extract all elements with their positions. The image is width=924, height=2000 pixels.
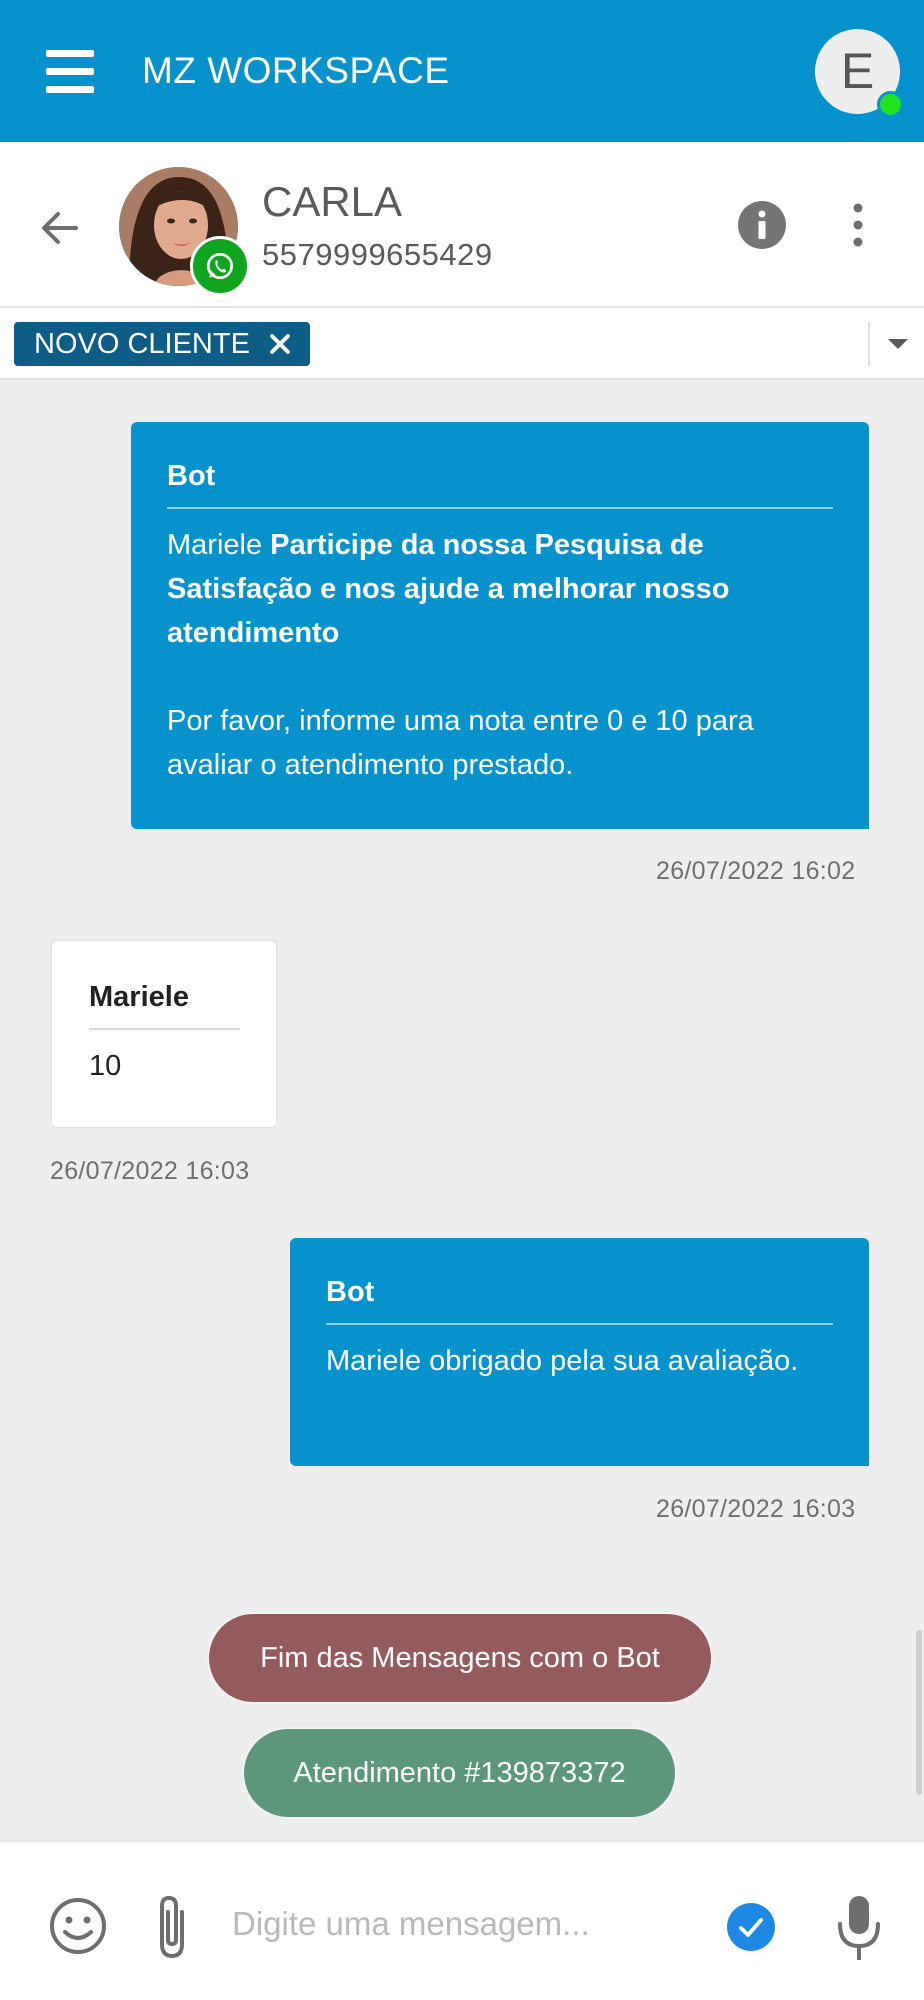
paperclip-icon[interactable] — [148, 1890, 196, 1962]
message-bubble-incoming: Mariele 10 — [51, 940, 277, 1128]
message-composer — [0, 1840, 924, 2000]
message-bubble-outgoing: Bot Mariele obrigado pela sua avaliação. — [290, 1238, 869, 1466]
info-icon[interactable] — [737, 200, 787, 250]
divider — [89, 1028, 240, 1030]
chat-area: Bot Mariele Participe da nossa Pesquisa … — [0, 380, 924, 1840]
online-status-dot — [877, 91, 904, 118]
tag-label: NOVO CLIENTE — [34, 328, 250, 360]
divider — [868, 322, 870, 366]
contact-header: CARLA 5579999655429 — [0, 142, 924, 308]
message-input[interactable] — [232, 1896, 692, 1952]
message-text: Mariele obrigado pela sua avaliação. — [326, 1345, 799, 1377]
more-vert-icon[interactable] — [840, 200, 876, 250]
tag-chip[interactable]: NOVO CLIENTE — [14, 322, 310, 366]
message-timestamp: 26/07/2022 16:03 — [50, 1157, 250, 1185]
whatsapp-icon — [190, 236, 250, 296]
ticket-pill: Atendimento #139873372 — [242, 1727, 677, 1819]
message-sender: Bot — [326, 1276, 375, 1308]
contact-phone: 5579999655429 — [262, 237, 493, 272]
message-sender: Mariele — [89, 981, 189, 1013]
message-text: Mariele Participe da nossa Pesquisa de S… — [167, 529, 754, 781]
tag-bar: NOVO CLIENTE — [0, 308, 924, 380]
divider — [326, 1323, 833, 1325]
mic-icon[interactable] — [834, 1892, 884, 1964]
message-timestamp: 26/07/2022 16:02 — [656, 857, 856, 885]
contact-name: CARLA — [262, 178, 403, 225]
message-sender: Bot — [167, 460, 216, 492]
menu-icon[interactable] — [46, 50, 94, 94]
message-text: 10 — [89, 1050, 122, 1082]
emoji-icon[interactable] — [48, 1896, 108, 1956]
close-icon[interactable] — [266, 330, 294, 358]
scrollbar[interactable] — [916, 1630, 922, 1795]
message-timestamp: 26/07/2022 16:03 — [656, 1495, 856, 1523]
message-bubble-outgoing: Bot Mariele Participe da nossa Pesquisa … — [131, 422, 869, 829]
bot-end-pill: Fim das Mensagens com o Bot — [207, 1612, 713, 1704]
chevron-down-icon[interactable] — [886, 336, 910, 352]
check-circle-icon[interactable] — [726, 1902, 776, 1952]
divider — [167, 507, 833, 509]
app-title: MZ WORKSPACE — [142, 50, 450, 91]
app-bar: MZ WORKSPACE E — [0, 0, 924, 142]
back-icon[interactable] — [36, 204, 84, 252]
